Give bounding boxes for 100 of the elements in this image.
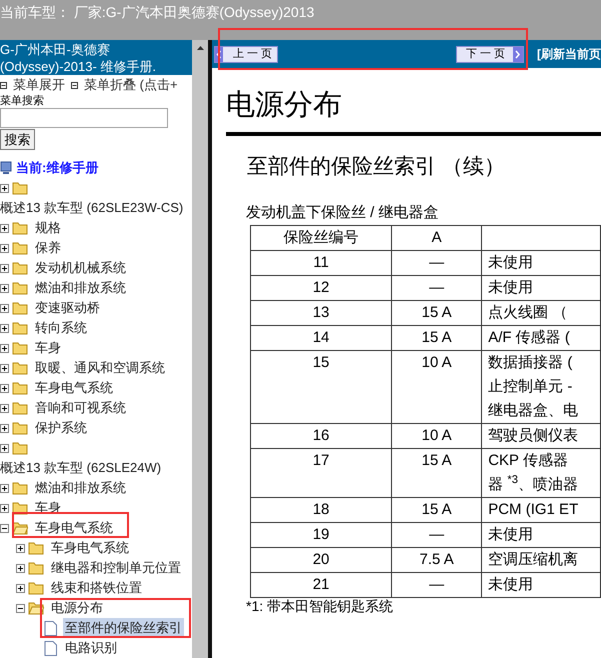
- menu-link[interactable]: 菜单折叠 (点击+: [84, 75, 178, 95]
- search-label: 菜单搜索: [0, 95, 45, 107]
- tree-item[interactable]: 取暖、通风和空调系统: [35, 358, 165, 378]
- table-cell: 19: [250, 522, 392, 548]
- header-line: (Odyssey)-2013- 维修手册.: [0, 58, 158, 75]
- column-header: A: [392, 226, 482, 250]
- expand-icon[interactable]: [0, 184, 9, 192]
- prev-page-button[interactable]: 上 一 页: [214, 46, 278, 62]
- table-cell: 15 A: [392, 448, 482, 498]
- open-folder-icon: [12, 521, 28, 535]
- table-caption: 发动机盖下保险丝 / 继电器盒: [246, 203, 440, 223]
- folder-icon: [12, 241, 28, 255]
- expand-icon[interactable]: [0, 444, 9, 452]
- folder-icon: [12, 301, 28, 315]
- expand-icon[interactable]: [0, 484, 9, 492]
- table-cell-text: 未使用: [488, 278, 534, 298]
- footnote: *1: 带本田智能钥匙系统: [246, 598, 394, 614]
- tree-root[interactable]: 当前:维修手册: [16, 158, 98, 178]
- tree-item[interactable]: 转向系统: [35, 318, 87, 338]
- tree-item[interactable]: 线束和搭铁位置: [51, 578, 142, 598]
- tree-item[interactable]: 车身: [35, 338, 61, 358]
- table-cell-text: CKP 传感器: [488, 451, 569, 471]
- menu-icon: [71, 82, 78, 88]
- folder-icon: [12, 261, 28, 275]
- tree-item[interactable]: 规格: [35, 218, 61, 238]
- tree-item[interactable]: 变速驱动桥: [35, 298, 100, 318]
- search-field[interactable]: [0, 108, 168, 128]
- tree-item[interactable]: 至部件的保险丝索引: [63, 618, 184, 638]
- folder-icon: [12, 361, 28, 375]
- table-cell-text: 止控制单元 -: [488, 377, 574, 397]
- folder-icon: [12, 481, 28, 495]
- tree-item[interactable]: 车身电气系统: [51, 538, 129, 558]
- folder-icon: [12, 401, 28, 415]
- table-cell: 20: [250, 548, 392, 572]
- refresh-link[interactable]: [刷新当前页: [537, 45, 601, 63]
- page-icon: [44, 620, 57, 636]
- table-cell: 13: [250, 300, 392, 326]
- tree-caption: 概述13 款车型 (62SLE24W): [0, 459, 162, 478]
- table-cell: 15 A: [392, 326, 482, 350]
- table-cell: 15: [250, 350, 392, 424]
- tree-item[interactable]: 车身电气系统: [35, 518, 113, 538]
- table-cell-text: 继电器盒、电: [488, 401, 580, 421]
- expand-icon[interactable]: [0, 344, 9, 352]
- collapse-icon[interactable]: [16, 604, 25, 612]
- collapse-icon[interactable]: [0, 524, 9, 532]
- table-cell-text: 未使用: [488, 253, 534, 273]
- tree-item[interactable]: 电路识别: [63, 638, 119, 658]
- tree-item[interactable]: 车身电气系统: [35, 378, 113, 398]
- tree-item[interactable]: 保养: [35, 238, 61, 258]
- computer-icon: [0, 161, 12, 175]
- expand-icon[interactable]: [0, 264, 9, 272]
- expand-icon[interactable]: [16, 584, 25, 592]
- section-title: 至部件的保险丝索引 （续）: [247, 154, 506, 180]
- table-cell: 18: [250, 498, 392, 522]
- table-cell: 17: [250, 448, 392, 498]
- table-cell: 11: [250, 250, 392, 276]
- scrollbar[interactable]: [192, 40, 208, 658]
- folder-icon: [12, 281, 28, 295]
- folder-icon: [12, 321, 28, 335]
- menu-icon: [0, 82, 7, 88]
- table-cell-text: 空调压缩机离: [488, 550, 580, 570]
- expand-icon[interactable]: [0, 284, 9, 292]
- menu-link[interactable]: 菜单展开: [13, 75, 65, 95]
- tree-item[interactable]: 燃油和排放系统: [35, 278, 126, 298]
- tree-item[interactable]: 发动机机械系统: [35, 258, 126, 278]
- expand-icon[interactable]: [16, 564, 25, 572]
- column-header: 保险丝编号: [250, 226, 392, 250]
- expand-icon[interactable]: [0, 504, 9, 512]
- expand-icon[interactable]: [0, 224, 9, 232]
- table-cell-text: 未使用: [488, 525, 534, 545]
- table-cell: 10 A: [392, 424, 482, 448]
- expand-icon[interactable]: [16, 544, 25, 552]
- table-cell: 15 A: [392, 300, 482, 326]
- folder-icon: [28, 541, 44, 555]
- expand-icon[interactable]: [0, 424, 9, 432]
- table-cell: 7.5 A: [392, 548, 482, 572]
- tree-item[interactable]: 音响和可视系统: [35, 398, 126, 418]
- expand-icon[interactable]: [0, 364, 9, 372]
- folder-icon: [12, 341, 28, 355]
- folder-icon: [28, 581, 44, 595]
- folder-icon: [28, 561, 44, 575]
- expand-icon[interactable]: [0, 304, 9, 312]
- folder-icon: [12, 221, 28, 235]
- table-cell: 14: [250, 326, 392, 350]
- tree-item[interactable]: 燃油和排放系统: [35, 478, 126, 498]
- folder-icon: [12, 441, 28, 455]
- table-cell-text: 驾驶员侧仪表: [488, 426, 580, 446]
- tree-item[interactable]: 继电器和控制单元位置: [51, 558, 181, 578]
- table-cell: 10 A: [392, 350, 482, 424]
- tree-item[interactable]: 电源分布: [51, 598, 103, 618]
- scroll-up-icon[interactable]: [196, 46, 204, 50]
- expand-icon[interactable]: [0, 404, 9, 412]
- expand-icon[interactable]: [0, 244, 9, 252]
- table-cell: —: [392, 276, 482, 300]
- tree-item[interactable]: 保护系统: [35, 418, 87, 438]
- search-button[interactable]: 搜索: [0, 129, 35, 150]
- table-cell-text: 点火线圈 （: [488, 303, 568, 323]
- expand-icon[interactable]: [0, 324, 9, 332]
- next-page-button[interactable]: 下 一 页: [456, 46, 524, 62]
- expand-icon[interactable]: [0, 384, 9, 392]
